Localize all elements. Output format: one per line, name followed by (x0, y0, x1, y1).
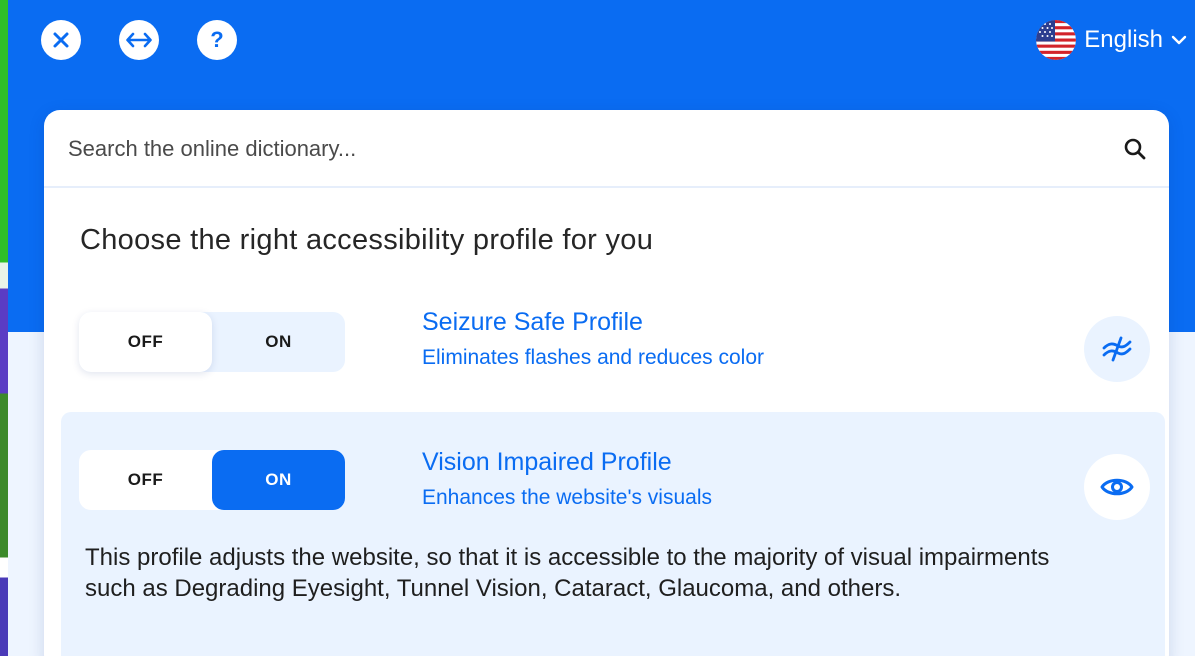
profile-vision-impaired: OFF ON Vision Impaired Profile Enhances … (61, 412, 1165, 656)
lightning-waves-icon (1102, 336, 1132, 362)
us-flag-icon (1036, 20, 1077, 60)
toggle-off-option[interactable]: OFF (79, 312, 212, 372)
profile-subtitle: Enhances the website's visuals (422, 486, 713, 509)
chevron-down-icon (1171, 35, 1187, 45)
profile-title[interactable]: Seizure Safe Profile (422, 308, 643, 337)
arrows-horizontal-icon (126, 32, 152, 48)
profiles-card: Choose the right accessibility profile f… (44, 110, 1169, 656)
profile-seizure-safe: OFF ON Seizure Safe Profile Eliminates f… (61, 300, 1165, 400)
profile-description: This profile adjusts the website, so tha… (85, 544, 1050, 602)
seizure-safe-toggle[interactable]: OFF ON (79, 312, 345, 372)
vision-impaired-toggle[interactable]: OFF ON (79, 450, 345, 510)
profile-icon-badge (1084, 454, 1150, 520)
toggle-on-option[interactable]: ON (212, 450, 345, 510)
profile-subtitle: Eliminates flashes and reduces color (422, 346, 765, 369)
help-icon: ? (210, 27, 224, 52)
move-panel-button[interactable] (119, 20, 159, 60)
eye-icon (1100, 478, 1134, 496)
search-icon[interactable] (1123, 137, 1147, 161)
language-label: English (1084, 26, 1163, 53)
search-input[interactable] (66, 126, 1070, 172)
page-title: Choose the right accessibility profile f… (80, 224, 654, 256)
language-selector[interactable]: English (1036, 20, 1187, 60)
dictionary-search (44, 110, 1169, 188)
profile-title[interactable]: Vision Impaired Profile (422, 448, 672, 477)
profile-icon-badge (1084, 316, 1150, 382)
accessibility-panel: ? English Search the online dictionary..… (0, 0, 1195, 656)
help-button[interactable]: ? (197, 20, 237, 60)
toggle-off-option[interactable]: OFF (79, 450, 212, 510)
close-button[interactable] (41, 20, 81, 60)
close-icon (53, 32, 69, 48)
toggle-on-option[interactable]: ON (212, 312, 345, 372)
